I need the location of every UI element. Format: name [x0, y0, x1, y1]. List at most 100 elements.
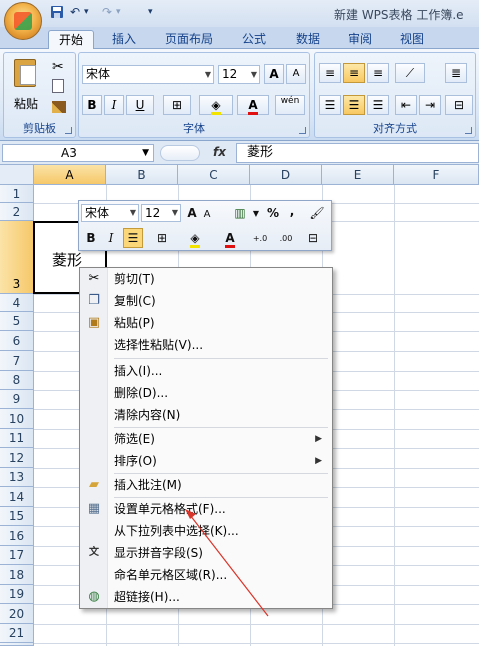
mini-italic-button[interactable]: I — [103, 229, 119, 248]
wrap-text-button[interactable]: ≣ — [445, 63, 467, 83]
redo-dropdown-icon[interactable]: ▾ — [116, 7, 121, 23]
menu-item-sort[interactable]: 排序(O) ▶ — [80, 450, 332, 472]
mini-currency-button[interactable]: ▥ — [229, 204, 251, 223]
fill-color-button[interactable]: ◈ — [199, 95, 233, 115]
menu-item-pick-from-list[interactable]: 从下拉列表中选择(K)... — [80, 520, 332, 542]
row-header-21[interactable]: 21 — [0, 624, 34, 643]
align-center-button[interactable]: ☰ — [343, 95, 365, 115]
menu-item-cut[interactable]: ✂ 剪切(T) — [80, 268, 332, 290]
row-header-15[interactable]: 15 — [0, 507, 34, 526]
merge-center-button[interactable]: ⊟ — [445, 95, 473, 115]
menu-item-insert-comment[interactable]: ▰ 插入批注(M) — [80, 474, 332, 496]
tab-formulas[interactable]: 公式 — [232, 30, 276, 49]
row-header-12[interactable]: 12 — [0, 448, 34, 468]
cut-icon[interactable]: ✂ — [52, 59, 64, 75]
mini-comma-button[interactable]: , — [285, 202, 299, 221]
row-header-13[interactable]: 13 — [0, 468, 34, 487]
tab-page-layout[interactable]: 页面布局 — [158, 30, 220, 49]
menu-item-define-name[interactable]: 命名单元格区域(R)... — [80, 564, 332, 586]
mini-shrink-font-button[interactable]: A — [201, 205, 213, 224]
row-header-16[interactable]: 16 — [0, 526, 34, 546]
clipboard-dialog-launcher-icon[interactable] — [65, 127, 72, 134]
font-dialog-launcher-icon[interactable] — [299, 127, 306, 134]
mini-font-color-button[interactable]: A — [215, 229, 245, 248]
undo-icon[interactable]: ↶ — [70, 5, 80, 21]
grow-font-button[interactable]: A — [264, 64, 284, 84]
row-header-4[interactable]: 4 — [0, 294, 34, 312]
decrease-indent-button[interactable]: ⇤ — [395, 95, 417, 115]
row-header-11[interactable]: 11 — [0, 429, 34, 448]
row-header-2[interactable]: 2 — [0, 203, 34, 221]
row-header-5[interactable]: 5 — [0, 312, 34, 331]
menu-item-copy[interactable]: ❐ 复制(C) — [80, 290, 332, 312]
align-top-button[interactable]: ≡ — [319, 63, 341, 83]
menu-item-clear-contents[interactable]: 清除内容(N) — [80, 404, 332, 426]
phonetic-guide-button[interactable]: wén — [275, 95, 305, 115]
copy-icon[interactable] — [52, 79, 64, 93]
row-header-1[interactable]: 1 — [0, 185, 34, 203]
mini-grow-font-button[interactable]: A — [185, 204, 199, 223]
italic-button[interactable]: I — [104, 95, 124, 115]
insert-function-icon[interactable]: fx — [213, 145, 226, 159]
formula-bar-splitter[interactable] — [160, 145, 200, 161]
align-middle-button[interactable]: ≡ — [343, 63, 365, 83]
column-header-e[interactable]: E — [322, 165, 394, 185]
column-header-f[interactable]: F — [394, 165, 479, 185]
mini-bold-button[interactable]: B — [83, 229, 99, 248]
menu-item-insert[interactable]: 插入(I)... — [80, 360, 332, 382]
row-header-9[interactable]: 9 — [0, 390, 34, 409]
increase-indent-button[interactable]: ⇥ — [419, 95, 441, 115]
font-name-combo[interactable]: 宋体 ▼ — [82, 65, 214, 84]
paste-button[interactable]: 粘贴 — [10, 57, 42, 115]
format-painter-icon[interactable] — [52, 101, 66, 113]
tab-data[interactable]: 数据 — [286, 30, 330, 49]
mini-center-align-button[interactable]: ☰ — [123, 228, 143, 248]
menu-item-paste[interactable]: ▣ 粘贴(P) — [80, 312, 332, 334]
row-header-6[interactable]: 6 — [0, 331, 34, 351]
mini-format-painter-button[interactable]: 🖌 — [307, 204, 327, 223]
menu-item-delete[interactable]: 删除(D)... — [80, 382, 332, 404]
mini-percent-button[interactable]: % — [265, 204, 281, 223]
formula-input[interactable]: 菱形 — [236, 143, 479, 163]
office-menu-button[interactable] — [4, 2, 42, 40]
align-bottom-button[interactable]: ≡ — [367, 63, 389, 83]
row-header-17[interactable]: 17 — [0, 546, 34, 565]
row-header-10[interactable]: 10 — [0, 409, 34, 429]
font-color-button[interactable]: A — [237, 95, 269, 115]
mini-decrease-decimal-button[interactable]: .00 — [275, 229, 297, 248]
mini-currency-dropdown[interactable]: ▼ — [251, 204, 261, 223]
chevron-down-icon[interactable]: ▼ — [142, 145, 149, 161]
row-header-14[interactable]: 14 — [0, 487, 34, 507]
mini-font-size-combo[interactable]: 12 ▼ — [141, 204, 181, 222]
menu-item-paste-special[interactable]: 选择性粘贴(V)... — [80, 334, 332, 356]
row-header-3[interactable]: 3 — [0, 221, 34, 294]
orientation-button[interactable]: ⟋ — [395, 63, 425, 83]
column-header-b[interactable]: B — [106, 165, 178, 185]
tab-view[interactable]: 视图 — [390, 30, 434, 49]
column-header-c[interactable]: C — [178, 165, 250, 185]
tab-home[interactable]: 开始 — [48, 30, 94, 49]
align-right-button[interactable]: ☰ — [367, 95, 389, 115]
shrink-font-button[interactable]: A — [286, 64, 306, 84]
mini-merge-center-button[interactable]: ⊟ — [301, 229, 325, 248]
mini-increase-decimal-button[interactable]: +.0 — [249, 229, 271, 248]
menu-item-hyperlink[interactable]: ◍ 超链接(H)... — [80, 586, 332, 608]
underline-button[interactable]: U — [126, 95, 154, 115]
borders-button[interactable]: ⊞ — [163, 95, 191, 115]
column-header-a[interactable]: A — [34, 165, 106, 185]
select-all-corner[interactable] — [0, 165, 34, 185]
undo-dropdown-icon[interactable]: ▾ — [84, 7, 89, 23]
bold-button[interactable]: B — [82, 95, 102, 115]
menu-item-show-phonetic[interactable]: 文 显示拼音字段(S) — [80, 542, 332, 564]
row-header-19[interactable]: 19 — [0, 585, 34, 604]
row-header-20[interactable]: 20 — [0, 604, 34, 624]
alignment-dialog-launcher-icon[interactable] — [465, 127, 472, 134]
mini-font-name-combo[interactable]: 宋体 ▼ — [81, 204, 139, 222]
mini-borders-button[interactable]: ⊞ — [149, 229, 175, 248]
row-header-8[interactable]: 8 — [0, 371, 34, 390]
mini-fill-color-button[interactable]: ◈ — [179, 229, 211, 248]
row-header-18[interactable]: 18 — [0, 565, 34, 585]
column-header-d[interactable]: D — [250, 165, 322, 185]
tab-insert[interactable]: 插入 — [102, 30, 146, 49]
row-header-7[interactable]: 7 — [0, 351, 34, 371]
